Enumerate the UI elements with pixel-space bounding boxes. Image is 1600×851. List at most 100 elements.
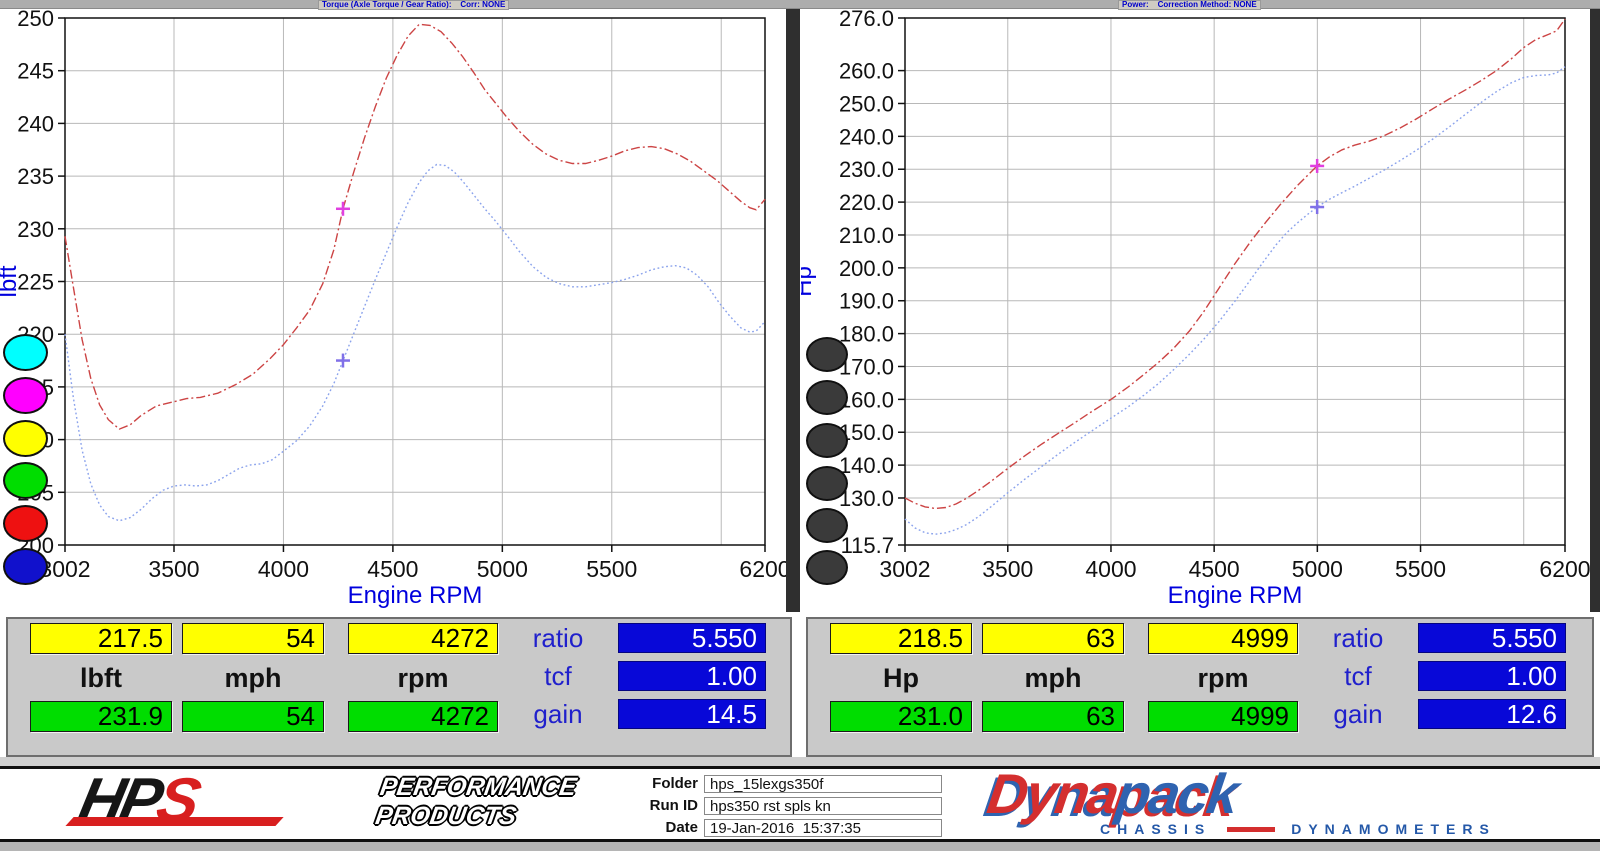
dynapack-dash (1227, 827, 1275, 832)
tcf-label: tcf (1306, 661, 1410, 691)
window-right-edge (1590, 8, 1600, 612)
channel-color-button-0[interactable] (3, 334, 48, 371)
svg-text:5500: 5500 (586, 556, 637, 582)
date-input[interactable] (704, 819, 942, 837)
svg-text:3500: 3500 (148, 556, 199, 582)
svg-text:5500: 5500 (1395, 556, 1446, 582)
panel-footer-gap (0, 757, 1600, 766)
hps-products-text: PRODUCTS (373, 802, 573, 831)
svg-text:5000: 5000 (477, 556, 528, 582)
power-data-panel: 218.5 63 4999 Hp mph rpm 231.0 63 4999 r… (806, 617, 1594, 757)
dynapack-subtitle: CHASSIS DYNAMOMETERS (1100, 821, 1496, 837)
date-label: Date (560, 819, 698, 837)
hps-logo-underline (65, 817, 283, 826)
folder-input[interactable] (704, 775, 942, 793)
dynapack-dyna-text: Dyna (984, 762, 1122, 825)
ratio-field[interactable]: 5.550 (618, 623, 766, 653)
channel-color-button-5[interactable] (3, 548, 48, 585)
svg-text:115.7: 115.7 (841, 533, 894, 558)
svg-text:240.0: 240.0 (839, 124, 894, 149)
svg-text:245: 245 (17, 59, 54, 84)
run-rpm-value: 4272 (348, 701, 498, 732)
svg-text:4000: 4000 (1085, 556, 1136, 582)
cursor-speed-value: 54 (182, 623, 324, 654)
hps-performance-text: PERFORMANCE (378, 773, 578, 802)
dynapack-chassis-text: CHASSIS (1100, 821, 1211, 837)
cursor-torque-value: 217.5 (30, 623, 172, 654)
dynapack-wordmark: Dynapack (983, 761, 1241, 826)
svg-text:240: 240 (17, 111, 54, 136)
svg-text:lbft: lbft (0, 265, 22, 297)
svg-text:130.0: 130.0 (839, 486, 894, 511)
tcf-label: tcf (506, 661, 610, 691)
svg-text:200.0: 200.0 (839, 256, 894, 281)
channel-color-button-1[interactable] (3, 377, 48, 414)
tcf-field[interactable]: 1.00 (1418, 661, 1566, 691)
svg-text:4000: 4000 (258, 556, 309, 582)
channel-dark-button-3[interactable] (806, 466, 848, 501)
channel-dark-button-0[interactable] (806, 337, 848, 372)
dynapack-pack-text: pack (1113, 762, 1241, 825)
chart-divider (786, 8, 800, 612)
footer-bar: HPS PERFORMANCE PRODUCTS Folder Run ID D… (0, 766, 1600, 842)
unit-label-hp: Hp (830, 663, 972, 693)
svg-text:4500: 4500 (367, 556, 418, 582)
unit-label-rpm: rpm (348, 663, 498, 693)
gain-field[interactable]: 14.5 (618, 699, 766, 729)
cursor-rpm-value: 4272 (348, 623, 498, 654)
svg-text:190.0: 190.0 (839, 289, 894, 314)
bottom-strip (0, 842, 1600, 851)
unit-label-mph: mph (182, 663, 324, 693)
power-chart-title: Power: Correction Method: NONE (1118, 0, 1261, 10)
torque-chart[interactable]: 2002052102152202252302352402452503002350… (0, 8, 790, 612)
svg-text:225: 225 (17, 270, 54, 295)
svg-text:140.0: 140.0 (839, 453, 894, 478)
svg-text:3500: 3500 (982, 556, 1033, 582)
cursor-power-value: 218.5 (830, 623, 972, 654)
svg-text:5000: 5000 (1292, 556, 1343, 582)
svg-text:235: 235 (17, 164, 54, 189)
svg-text:250.0: 250.0 (839, 91, 894, 116)
hps-logo: HPS PERFORMANCE PRODUCTS (80, 773, 590, 835)
run-power-value: 231.0 (830, 701, 972, 732)
channel-color-button-4[interactable] (3, 505, 48, 542)
hps-logo-words: PERFORMANCE PRODUCTS (373, 773, 578, 831)
unit-label-rpm: rpm (1148, 663, 1298, 693)
svg-text:250: 250 (17, 8, 54, 31)
run-rpm-value: 4999 (1148, 701, 1298, 732)
svg-text:Engine RPM: Engine RPM (348, 582, 483, 609)
dynapack-logo: Dynapack CHASSIS DYNAMOMETERS (988, 771, 1568, 841)
torque-chart-title: Torque (Axle Torque / Gear Ratio): Corr:… (318, 0, 509, 10)
svg-text:260.0: 260.0 (839, 59, 894, 84)
svg-text:4500: 4500 (1189, 556, 1240, 582)
channel-dark-button-2[interactable] (806, 423, 848, 458)
gain-field[interactable]: 12.6 (1418, 699, 1566, 729)
svg-text:Hp: Hp (801, 266, 817, 297)
channel-color-button-3[interactable] (3, 462, 48, 499)
cursor-rpm-value: 4999 (1148, 623, 1298, 654)
gain-label: gain (1306, 699, 1410, 729)
ratio-field[interactable]: 5.550 (1418, 623, 1566, 653)
channel-dark-button-5[interactable] (806, 550, 848, 585)
svg-text:220.0: 220.0 (839, 190, 894, 215)
svg-text:180.0: 180.0 (839, 322, 894, 347)
power-chart[interactable]: 115.7130.0140.0150.0160.0170.0180.0190.0… (801, 8, 1600, 612)
channel-dark-button-1[interactable] (806, 380, 848, 415)
ratio-label: ratio (1306, 623, 1410, 653)
hps-logo-mark: HPS (72, 765, 203, 836)
dynapack-dynamometers-text: DYNAMOMETERS (1291, 821, 1496, 837)
unit-label-lbft: lbft (30, 663, 172, 693)
svg-text:230.0: 230.0 (839, 157, 894, 182)
gain-label: gain (506, 699, 610, 729)
folder-label: Folder (560, 775, 698, 793)
window-title-bar: Torque (Axle Torque / Gear Ratio): Corr:… (0, 0, 1600, 9)
svg-text:6200: 6200 (739, 556, 790, 582)
tcf-field[interactable]: 1.00 (618, 661, 766, 691)
svg-text:3002: 3002 (879, 556, 930, 582)
channel-color-button-2[interactable] (3, 420, 48, 457)
run-id-label: Run ID (560, 797, 698, 815)
channel-dark-button-4[interactable] (806, 508, 848, 543)
torque-data-panel: 217.5 54 4272 lbft mph rpm 231.9 54 4272… (6, 617, 792, 757)
run-id-input[interactable] (704, 797, 942, 815)
unit-label-mph: mph (982, 663, 1124, 693)
